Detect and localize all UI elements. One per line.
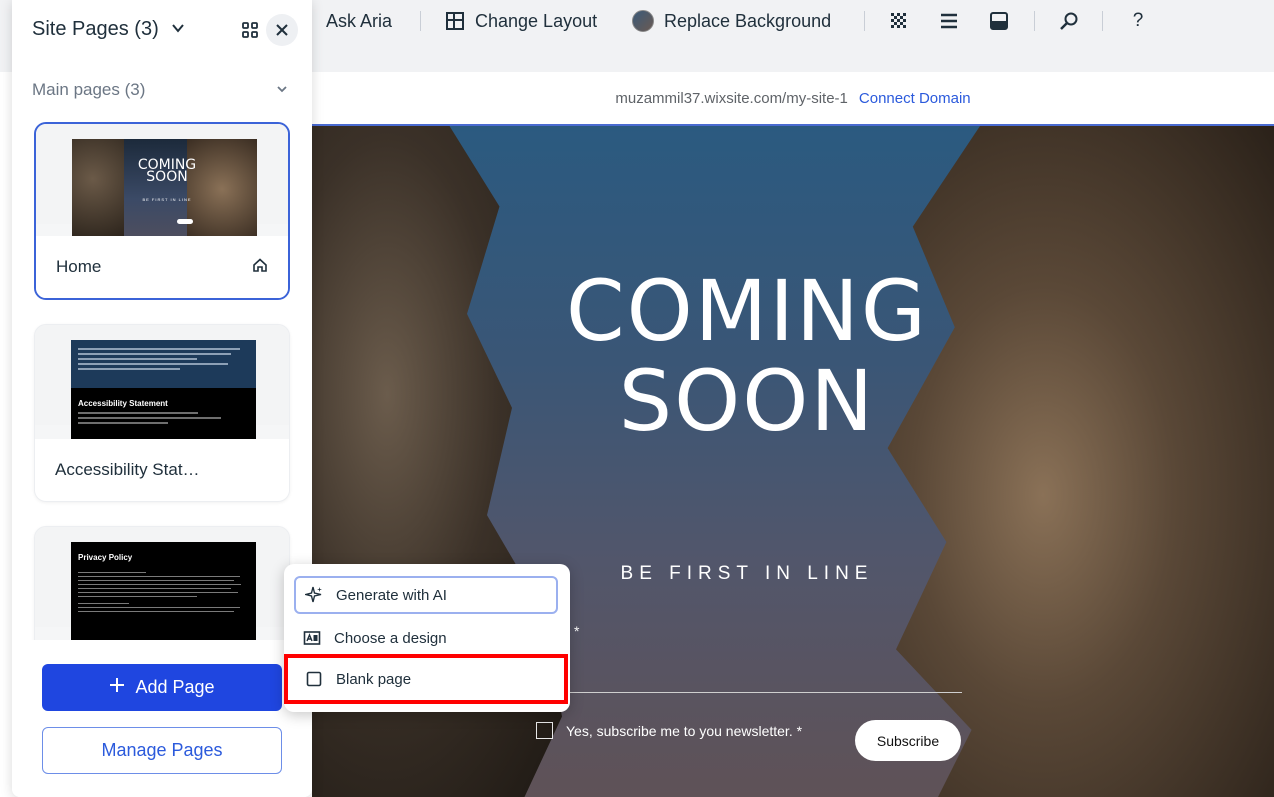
site-url: muzammil37.wixsite.com/my-site-1 [615,89,848,107]
section-layout-icon[interactable] [987,9,1011,33]
page-thumbnail-area: Privacy Policy [35,527,289,642]
toolbar-divider [1034,11,1035,31]
page-card-home[interactable]: COMING SOON BE FIRST IN LINE Home [34,122,290,300]
home-page-thumbnail: COMING SOON BE FIRST IN LINE [72,139,257,239]
newsletter-checkbox-row[interactable]: Yes, subscribe me to you newsletter. * [536,722,802,739]
section-title: Main pages (3) [32,80,146,99]
thumb-title: Accessibility Statement [78,399,168,408]
thumb-rock-left [72,139,124,239]
rock-right-image [887,126,1274,797]
page-card-footer: Home [36,236,288,298]
chevron-down-icon [276,80,288,100]
thumb-title: Privacy Policy [78,553,133,562]
ask-aria-button[interactable]: Ask Aria [326,8,392,34]
blank-page-icon [304,669,324,689]
thumb-title: COMING SOON [112,158,222,185]
chevron-down-icon [171,18,185,41]
replace-background-button[interactable]: Replace Background [632,8,831,34]
page-label-home: Home [56,257,102,276]
thumb-text-lines [78,572,248,615]
generate-with-ai-item[interactable]: Generate with AI [294,576,558,614]
toolbar-divider [864,11,865,31]
blank-page-label: Blank page [336,670,412,688]
choose-design-label: Choose a design [334,629,447,647]
change-layout-label: Change Layout [475,10,598,31]
accessibility-page-thumbnail: Accessibility Statement [71,340,256,440]
add-page-menu: Generate with AI Choose a design Blank p… [284,564,570,712]
page-label-accessibility: Accessibility Stat… [55,460,200,479]
ask-aria-label: Ask Aria [326,10,393,31]
newsletter-checkbox[interactable] [536,722,553,739]
panel-title-dropdown[interactable]: Site Pages (3) [32,18,185,41]
page-thumbnail-area: COMING SOON BE FIRST IN LINE [36,124,288,239]
subscribe-button[interactable]: Subscribe [855,720,961,761]
panel-title: Site Pages (3) [32,18,159,40]
texture-icon[interactable] [887,9,911,33]
menu-lines-icon[interactable] [937,9,961,33]
be-first-text[interactable]: BE FIRST IN LINE [542,563,952,585]
add-page-button[interactable]: Add Page [42,664,282,711]
thumb-rock-right [187,139,257,239]
help-icon[interactable]: ? [1126,9,1150,33]
manage-pages-button[interactable]: Manage Pages [42,727,282,774]
background-swatch-icon [632,10,654,32]
newsletter-label: Yes, subscribe me to you newsletter. * [566,722,803,739]
title-line-1: COMING [566,262,928,360]
sparkle-icon [304,585,324,605]
site-address-bar: muzammil37.wixsite.com/my-site-1 Connect… [312,72,1274,126]
choose-design-item[interactable]: Choose a design [294,619,558,657]
title-line-2: SOON [618,352,876,450]
change-layout-button[interactable]: Change Layout [445,8,597,34]
privacy-page-thumbnail: Privacy Policy [71,542,256,642]
home-icon [252,257,268,278]
coming-soon-title[interactable]: COMING SOON [442,266,1052,446]
search-icon[interactable] [1057,9,1081,33]
page-card-accessibility[interactable]: Accessibility Statement Accessibility St… [34,324,290,502]
site-pages-panel: Site Pages (3) Main pages (3) COMING SOO… [12,0,312,797]
thumb-subtitle: BE FIRST IN LINE [142,197,192,202]
close-icon[interactable] [266,14,298,46]
thumb-button [177,219,193,224]
email-field[interactable] [567,692,962,693]
plus-icon [109,677,125,698]
grid-view-icon[interactable] [241,21,259,39]
connect-domain-link[interactable]: Connect Domain [859,90,971,107]
generate-with-ai-label: Generate with AI [336,586,447,604]
thumb-title-line-2: SOON [146,169,188,185]
toolbar-divider [1102,11,1103,31]
page-thumbnail-area: Accessibility Statement [35,325,289,440]
replace-background-label: Replace Background [664,10,832,31]
page-card-footer: Accessibility Stat… [35,439,289,501]
toolbar-divider [420,11,421,31]
layout-icon [445,11,465,31]
add-page-label: Add Page [135,677,215,697]
main-pages-section-header[interactable]: Main pages (3) [32,80,288,100]
blank-page-item[interactable]: Blank page [284,654,568,704]
thumb-text-lines [78,348,248,373]
design-icon [302,628,322,648]
thumb-text-lines [78,412,228,427]
